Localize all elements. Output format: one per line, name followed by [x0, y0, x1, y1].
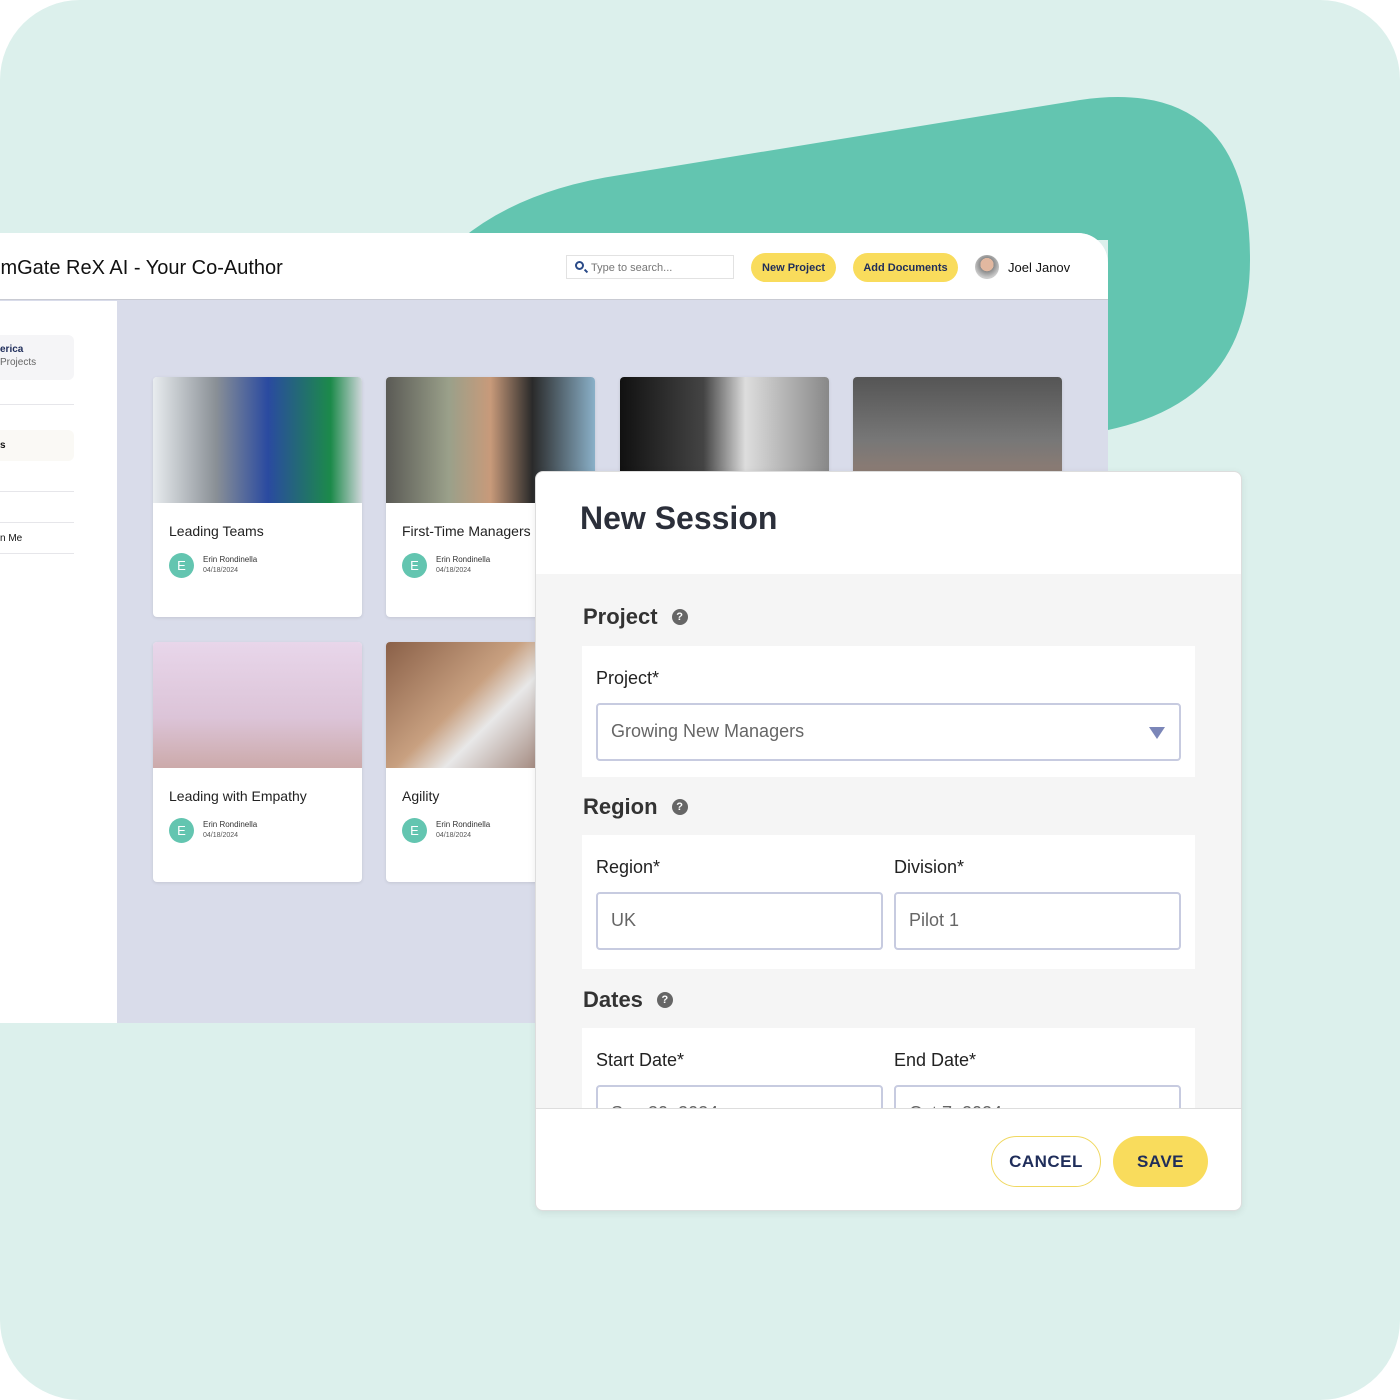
- search-input[interactable]: Type to search...: [566, 255, 734, 279]
- project-card[interactable]: Leading with Empathy E Erin Rondinella 0…: [153, 642, 362, 882]
- sidebar-item-region[interactable]: erica Projects: [0, 335, 74, 380]
- section-title: Project: [583, 604, 658, 629]
- new-project-button[interactable]: New Project: [751, 253, 836, 282]
- card-title: Agility: [402, 788, 440, 804]
- section-region: Region?: [583, 794, 688, 820]
- start-date-label: Start Date*: [596, 1050, 685, 1070]
- card-date: 04/18/2024: [436, 567, 472, 574]
- project-panel: Project* Growing New Managers: [582, 646, 1195, 777]
- card-title: Leading with Empathy: [169, 788, 307, 804]
- search-icon: [575, 261, 584, 270]
- sidebar-item-sub: Projects: [0, 357, 37, 368]
- region-label: Region*: [596, 857, 661, 877]
- division-input[interactable]: Pilot 1: [894, 892, 1181, 950]
- section-title: Region: [583, 794, 658, 819]
- section-dates: Dates?: [583, 987, 673, 1013]
- save-button[interactable]: SAVE: [1113, 1136, 1208, 1187]
- help-icon[interactable]: ?: [671, 609, 688, 625]
- user-name[interactable]: Joel Janov: [1008, 260, 1070, 275]
- card-image: [153, 642, 362, 768]
- dialog-body[interactable]: Project? Project* Growing New Managers R…: [536, 574, 1241, 1109]
- start-date-input[interactable]: Sep 30, 2024: [596, 1085, 883, 1108]
- add-documents-button[interactable]: Add Documents: [853, 253, 958, 282]
- search-placeholder: Type to search...: [591, 262, 673, 274]
- author-avatar: E: [169, 553, 194, 578]
- sidebar: erica Projects s n Me: [0, 301, 117, 1023]
- project-select[interactable]: Growing New Managers: [596, 703, 1181, 761]
- project-value: Growing New Managers: [611, 721, 805, 741]
- card-title: Leading Teams: [169, 523, 264, 539]
- section-title: Dates: [583, 987, 643, 1012]
- author-avatar: E: [402, 553, 427, 578]
- card-author: Erin Rondinella: [436, 555, 491, 564]
- card-title: First-Time Managers: [402, 523, 531, 539]
- app-header: imGate ReX AI - Your Co-Author Type to s…: [0, 233, 1108, 300]
- avatar[interactable]: [975, 255, 999, 279]
- card-author: Erin Rondinella: [436, 820, 491, 829]
- card-date: 04/18/2024: [203, 567, 239, 574]
- divider: [0, 404, 74, 405]
- card-image: [153, 377, 362, 503]
- author-avatar: E: [169, 818, 194, 843]
- end-date-label: End Date*: [894, 1050, 977, 1070]
- region-panel: Region* UK Division* Pilot 1: [582, 835, 1195, 969]
- section-project: Project?: [583, 604, 688, 630]
- sidebar-item-3[interactable]: n Me: [0, 522, 74, 554]
- author-avatar: E: [402, 818, 427, 843]
- card-date: 04/18/2024: [203, 832, 239, 839]
- sidebar-item-label: erica: [0, 344, 24, 355]
- card-author: Erin Rondinella: [203, 820, 258, 829]
- app-title: imGate ReX AI - Your Co-Author: [0, 257, 283, 279]
- divider: [0, 491, 74, 492]
- help-icon[interactable]: ?: [671, 799, 688, 815]
- help-icon[interactable]: ?: [656, 992, 673, 1008]
- division-label: Division*: [894, 857, 965, 877]
- card-date: 04/18/2024: [436, 832, 472, 839]
- dates-panel: Start Date* Sep 30, 2024 End Date* Oct 7…: [582, 1028, 1195, 1108]
- cancel-button[interactable]: CANCEL: [991, 1136, 1101, 1187]
- sidebar-item-2[interactable]: s: [0, 430, 74, 461]
- chevron-down-icon: [1149, 727, 1165, 739]
- project-label: Project*: [596, 668, 660, 688]
- card-author: Erin Rondinella: [203, 555, 258, 564]
- dialog-title: New Session: [580, 500, 778, 536]
- new-session-dialog: New Session Project? Project* Growing Ne…: [535, 471, 1242, 1211]
- end-date-input[interactable]: Oct 7, 2024: [894, 1085, 1181, 1108]
- project-card[interactable]: Leading Teams E Erin Rondinella 04/18/20…: [153, 377, 362, 617]
- region-input[interactable]: UK: [596, 892, 883, 950]
